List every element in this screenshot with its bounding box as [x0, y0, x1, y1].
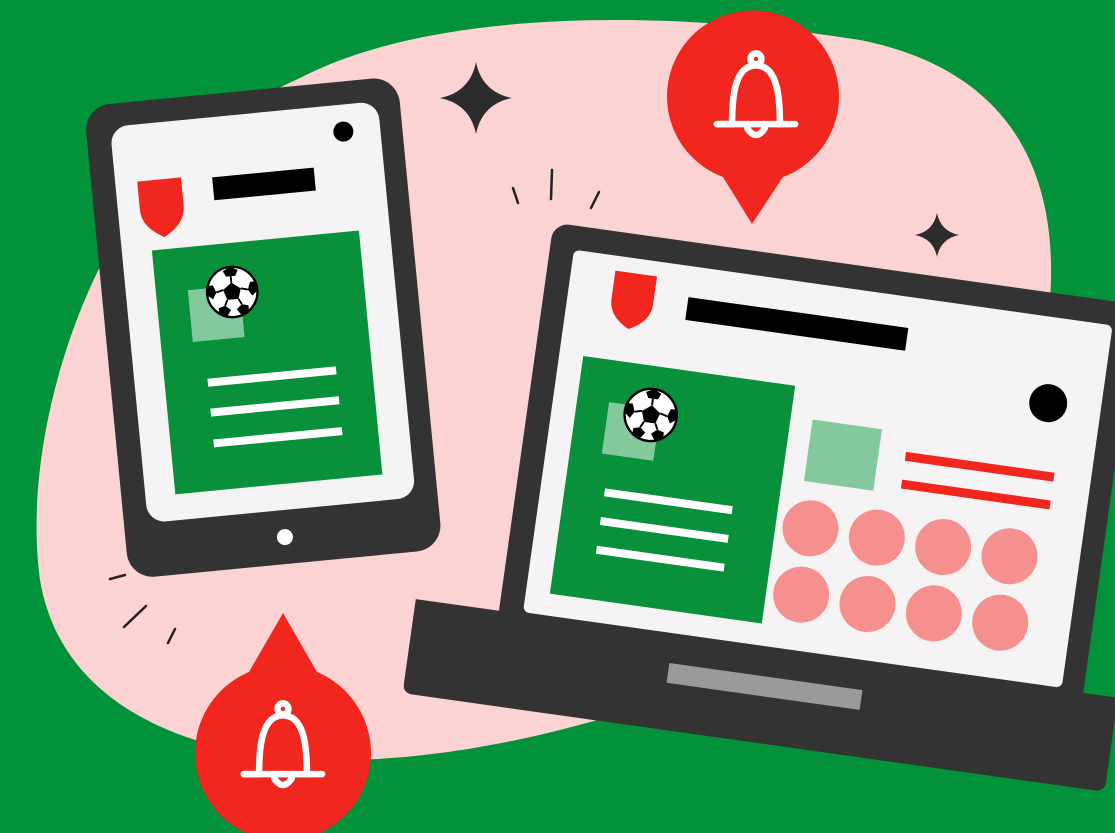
laptop-side-thumbnail [804, 419, 882, 491]
illustration-canvas [0, 0, 1115, 833]
laptop-article-card [549, 356, 796, 624]
tablet-article-card [151, 230, 383, 495]
notification-illustration [0, 0, 1115, 833]
tablet-device [86, 78, 441, 577]
